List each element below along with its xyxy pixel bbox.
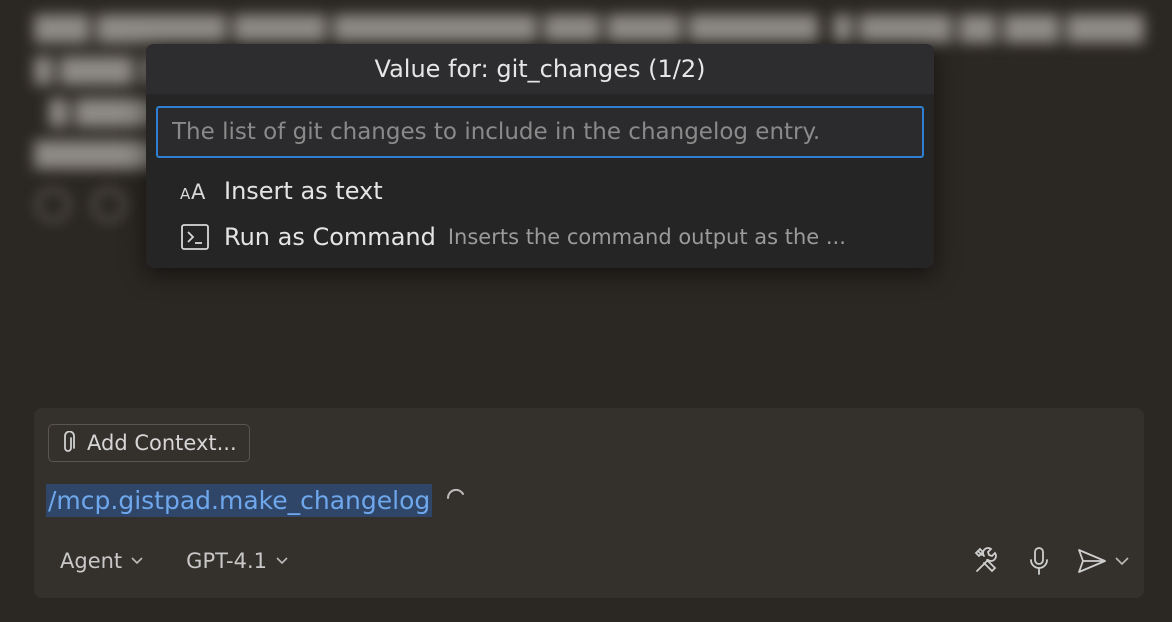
mode-picker[interactable]: Agent	[48, 549, 144, 573]
chat-input-field[interactable]: /mcp.gistpad.make_changelog	[46, 484, 468, 517]
quick-pick-title: Value for: git_changes (1/2)	[146, 44, 934, 94]
quick-pick-list: A A Insert as text Run as Command Insert…	[146, 168, 934, 260]
paperclip-icon	[64, 431, 75, 452]
model-label: GPT-4.1	[186, 549, 267, 573]
quick-pick-item-run-as-command[interactable]: Run as Command Inserts the command outpu…	[146, 214, 934, 260]
quick-pick-item-insert-as-text[interactable]: A A Insert as text	[146, 168, 934, 214]
chevron-down-icon	[276, 557, 288, 565]
add-context-button[interactable]: Add Context...	[48, 424, 250, 462]
microphone-icon[interactable]	[1028, 546, 1050, 576]
mode-label: Agent	[60, 549, 123, 573]
send-icon	[1078, 549, 1106, 573]
loading-spinner-icon	[444, 486, 468, 516]
svg-text:A: A	[180, 185, 191, 202]
tools-icon[interactable]	[972, 546, 1002, 576]
chat-input-panel: Add Context... /mcp.gistpad.make_changel…	[34, 408, 1144, 598]
slash-command-text: /mcp.gistpad.make_changelog	[46, 484, 433, 517]
quick-pick-dialog: Value for: git_changes (1/2) A A Insert …	[146, 44, 934, 268]
quick-pick-item-label: Run as Command	[224, 223, 436, 251]
blurred-feedback-icons	[36, 188, 126, 222]
text-size-icon: A A	[180, 177, 210, 205]
chat-toolbar: Agent GPT-4.1	[48, 544, 1130, 578]
chevron-down-icon	[1115, 557, 1129, 566]
terminal-icon	[180, 223, 210, 251]
model-picker[interactable]: GPT-4.1	[174, 549, 289, 573]
quick-pick-input[interactable]	[156, 106, 924, 158]
quick-pick-item-description: Inserts the command output as the ...	[447, 225, 846, 249]
chevron-down-icon	[131, 557, 143, 565]
add-context-label: Add Context...	[87, 431, 237, 455]
send-button[interactable]	[1076, 547, 1130, 575]
svg-text:A: A	[191, 180, 206, 202]
quick-pick-item-label: Insert as text	[224, 177, 383, 205]
